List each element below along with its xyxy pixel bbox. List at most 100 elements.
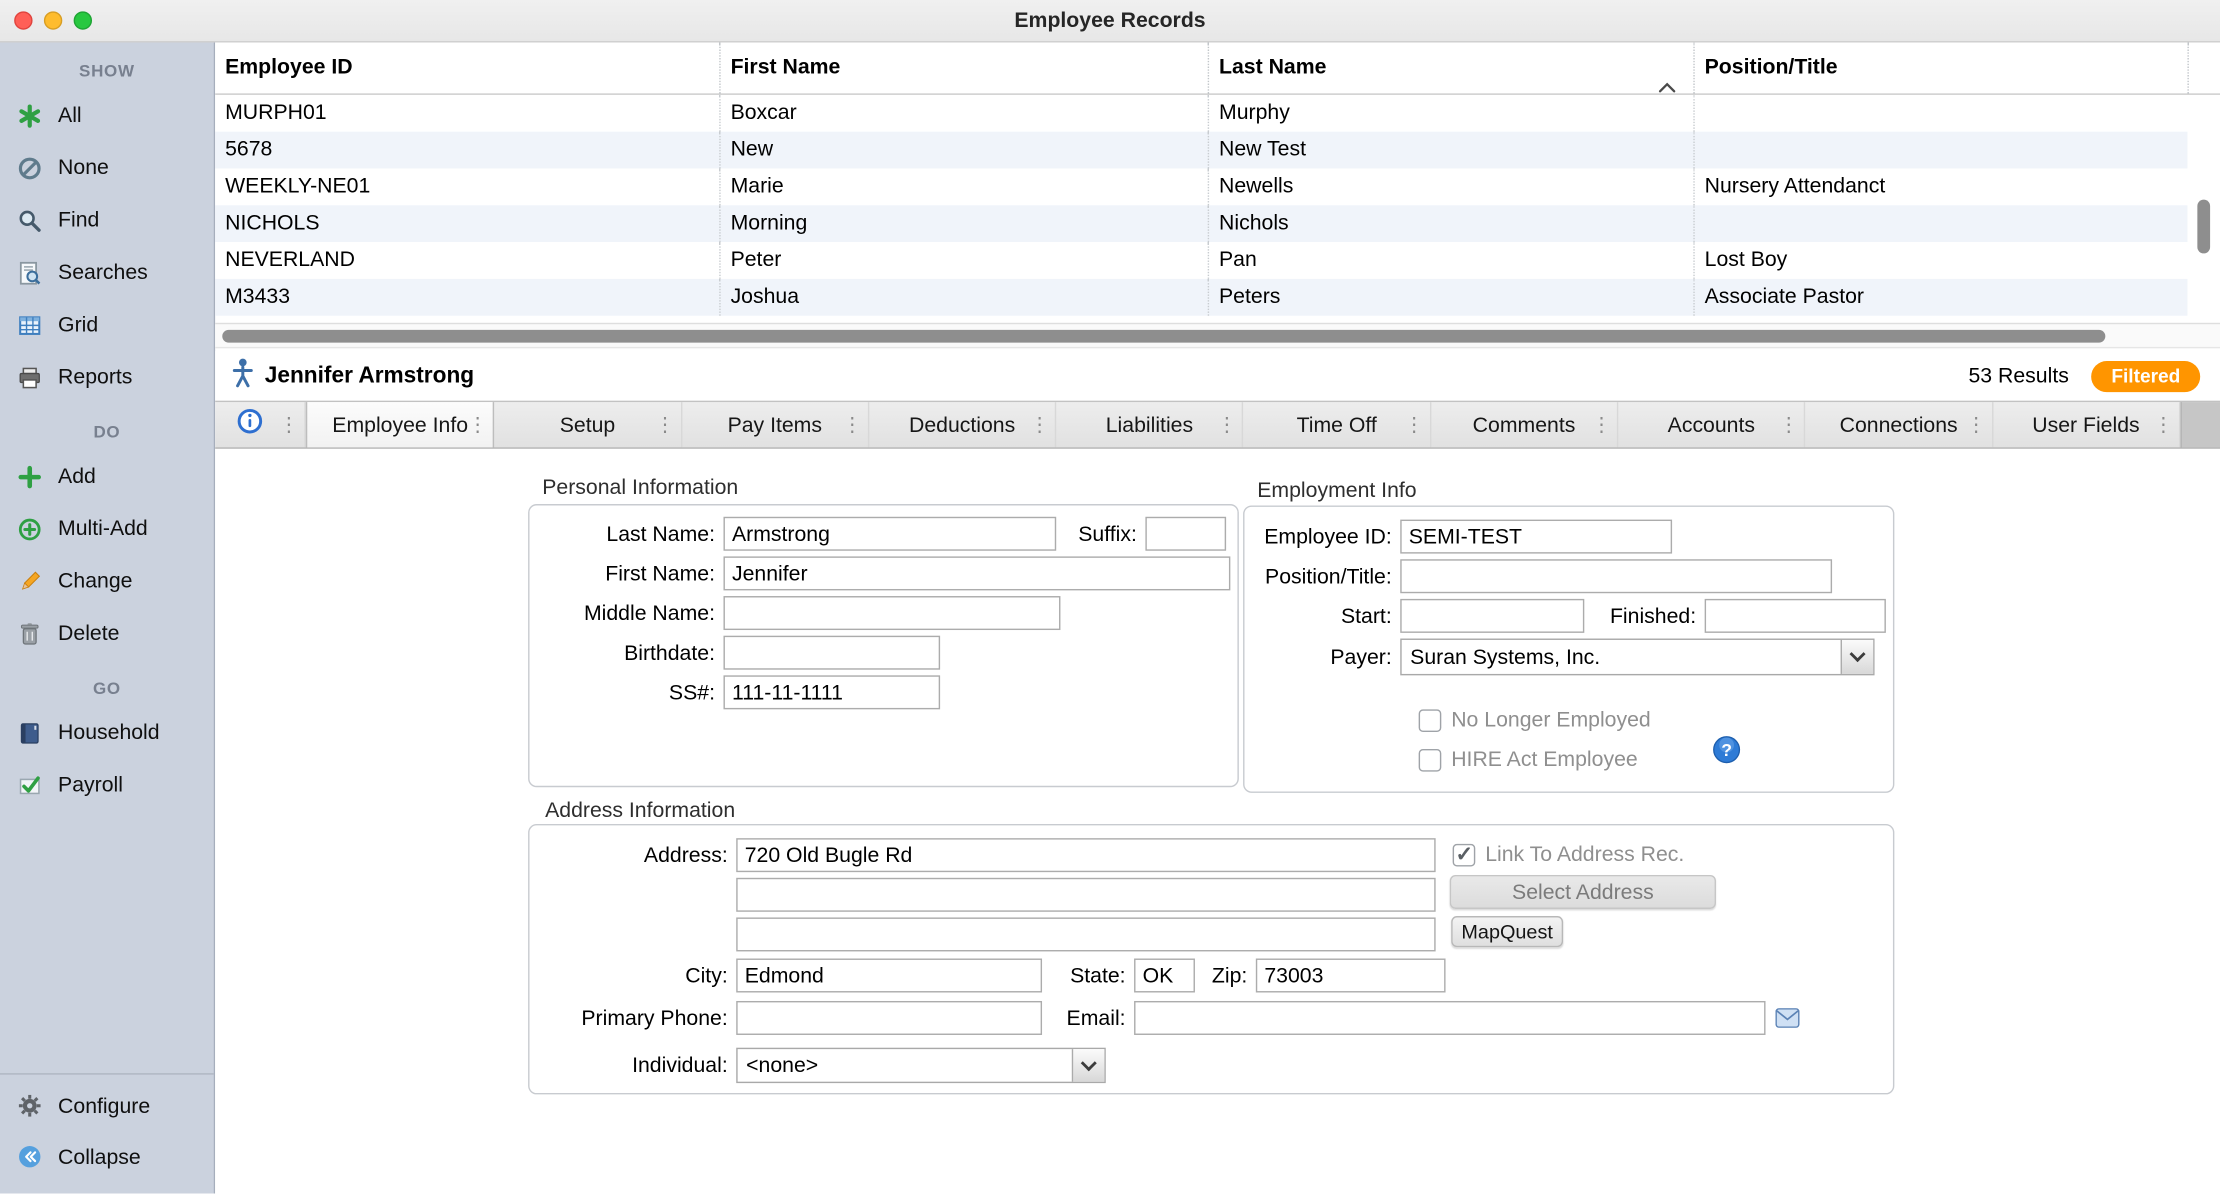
horizontal-scrollbar[interactable] [215, 323, 2220, 348]
finished-date-field[interactable] [1705, 599, 1886, 633]
sidebar-item-delete[interactable]: Delete [0, 607, 214, 659]
tab-user-fields[interactable]: User Fields ⋮ [1993, 402, 2180, 447]
table-row[interactable]: MURPH01 Boxcar Murphy [215, 95, 2187, 132]
table-row[interactable]: NICHOLS Morning Nichols [215, 205, 2187, 242]
cell-last-name: New Test [1208, 132, 1694, 169]
table-row[interactable]: M3433 Joshua Peters Associate Pastor [215, 279, 2187, 316]
horizontal-scrollbar-thumb[interactable] [222, 330, 2105, 343]
sidebar-item-payroll[interactable]: Payroll [0, 759, 214, 811]
chevron-down-icon[interactable] [1841, 640, 1874, 674]
sidebar-item-none[interactable]: None [0, 142, 214, 194]
sidebar-item-configure[interactable]: Configure [0, 1080, 214, 1131]
tab-setup[interactable]: Setup ⋮ [495, 402, 682, 447]
column-header-last-name[interactable]: Last Name [1208, 42, 1694, 93]
table-row[interactable]: NEVERLAND Peter Pan Lost Boy [215, 242, 2187, 279]
cell-employee-id: MURPH01 [215, 95, 719, 132]
address-line3-field[interactable] [736, 917, 1435, 951]
payer-dropdown[interactable]: Suran Systems, Inc. [1400, 639, 1874, 676]
tab-pay-items[interactable]: Pay Items ⋮ [682, 402, 869, 447]
tab-time-off[interactable]: Time Off ⋮ [1244, 402, 1431, 447]
address-line1-field[interactable] [736, 838, 1435, 872]
cell-position-title [1693, 95, 2187, 132]
sidebar-item-all[interactable]: All [0, 89, 214, 141]
vertical-scrollbar-thumb[interactable] [2197, 200, 2210, 254]
cell-employee-id: NEVERLAND [215, 242, 719, 279]
sidebar-item-collapse[interactable]: Collapse [0, 1131, 214, 1182]
birthdate-field[interactable] [723, 636, 940, 670]
ssn-field[interactable] [723, 675, 940, 709]
sidebar-item-household[interactable]: Household [0, 706, 214, 758]
primary-phone-field[interactable] [736, 1001, 1042, 1035]
last-name-field[interactable] [723, 517, 1056, 551]
sidebar-item-add[interactable]: Add [0, 450, 214, 502]
sidebar-item-searches[interactable]: Searches [0, 246, 214, 298]
city-field[interactable] [736, 959, 1042, 993]
payroll-check-icon [13, 769, 47, 800]
sidebar-item-find[interactable]: Find [0, 194, 214, 246]
tab-menu-icon[interactable]: ⋮ [1030, 413, 1050, 437]
tab-menu-icon[interactable]: ⋮ [279, 413, 299, 437]
vertical-scrollbar[interactable] [2187, 95, 2220, 323]
tab-menu-icon[interactable]: ⋮ [655, 413, 675, 437]
select-address-button[interactable]: Select Address [1450, 875, 1716, 909]
tab-menu-icon[interactable]: ⋮ [1779, 413, 1799, 437]
printer-icon [13, 362, 47, 393]
table-row[interactable]: WEEKLY-NE01 Marie Newells Nursery Attend… [215, 168, 2187, 205]
column-header-first-name[interactable]: First Name [719, 42, 1207, 93]
plus-icon [13, 461, 47, 492]
position-title-field[interactable] [1400, 559, 1832, 593]
start-date-field[interactable] [1400, 599, 1584, 633]
hire-act-label: HIRE Act Employee [1451, 748, 1637, 772]
tab-menu-icon[interactable]: ⋮ [1591, 413, 1611, 437]
state-field[interactable] [1134, 959, 1195, 993]
hire-act-checkbox[interactable] [1419, 748, 1442, 771]
tab-menu-icon[interactable]: ⋮ [842, 413, 862, 437]
personal-information-group: Last Name: Suffix: First Name: Middle Na… [528, 504, 1239, 787]
tab-employee-info[interactable]: Employee Info ⋮ [306, 402, 495, 447]
individual-dropdown[interactable]: <none> [736, 1048, 1106, 1083]
middle-name-field[interactable] [723, 596, 1060, 630]
tab-accounts[interactable]: Accounts ⋮ [1618, 402, 1805, 447]
tab-deductions[interactable]: Deductions ⋮ [869, 402, 1056, 447]
cell-first-name: Peter [719, 242, 1207, 279]
info-icon[interactable] [236, 408, 263, 442]
first-name-field[interactable] [723, 556, 1230, 590]
tab-menu-icon[interactable]: ⋮ [1217, 413, 1237, 437]
personal-information-title: Personal Information [542, 476, 738, 500]
grid-icon [13, 309, 47, 340]
cell-last-name: Newells [1208, 168, 1694, 205]
collapse-icon [13, 1141, 47, 1172]
tab-menu-icon[interactable]: ⋮ [2153, 413, 2173, 437]
column-header-position-title[interactable]: Position/Title [1693, 42, 2187, 93]
tab-connections[interactable]: Connections ⋮ [1806, 402, 1993, 447]
zip-field[interactable] [1256, 959, 1446, 993]
record-name: Jennifer Armstrong [265, 363, 474, 388]
email-field[interactable] [1134, 1001, 1765, 1035]
employee-id-field[interactable] [1400, 520, 1672, 554]
help-icon[interactable]: ? [1712, 735, 1742, 765]
cell-first-name: Marie [719, 168, 1207, 205]
mapquest-button[interactable]: MapQuest [1451, 916, 1563, 947]
email-icon[interactable] [1775, 1008, 1799, 1028]
link-to-address-checkbox[interactable] [1453, 843, 1476, 866]
sidebar-item-reports[interactable]: Reports [0, 351, 214, 403]
suffix-field[interactable] [1145, 517, 1226, 551]
tab-liabilities[interactable]: Liabilities ⋮ [1056, 402, 1243, 447]
sidebar-item-change[interactable]: Change [0, 555, 214, 607]
table-row[interactable]: 5678 New New Test [215, 132, 2187, 169]
titlebar: Employee Records [0, 0, 2220, 42]
ssn-label: SS#: [530, 680, 724, 704]
no-longer-employed-checkbox[interactable] [1419, 709, 1442, 732]
sidebar-item-grid[interactable]: Grid [0, 299, 214, 351]
gear-icon [13, 1090, 47, 1121]
tab-menu-icon[interactable]: ⋮ [468, 413, 488, 437]
tab-menu-icon[interactable]: ⋮ [1404, 413, 1424, 437]
address-line2-field[interactable] [736, 878, 1435, 912]
chevron-down-icon[interactable] [1072, 1049, 1105, 1082]
sidebar-footer: Configure Collapse [0, 1073, 214, 1193]
tab-comments[interactable]: Comments ⋮ [1431, 402, 1618, 447]
filtered-badge[interactable]: Filtered [2091, 360, 2200, 391]
column-header-employee-id[interactable]: Employee ID [215, 42, 719, 93]
sidebar-item-multi-add[interactable]: Multi-Add [0, 503, 214, 555]
tab-menu-icon[interactable]: ⋮ [1966, 413, 1986, 437]
